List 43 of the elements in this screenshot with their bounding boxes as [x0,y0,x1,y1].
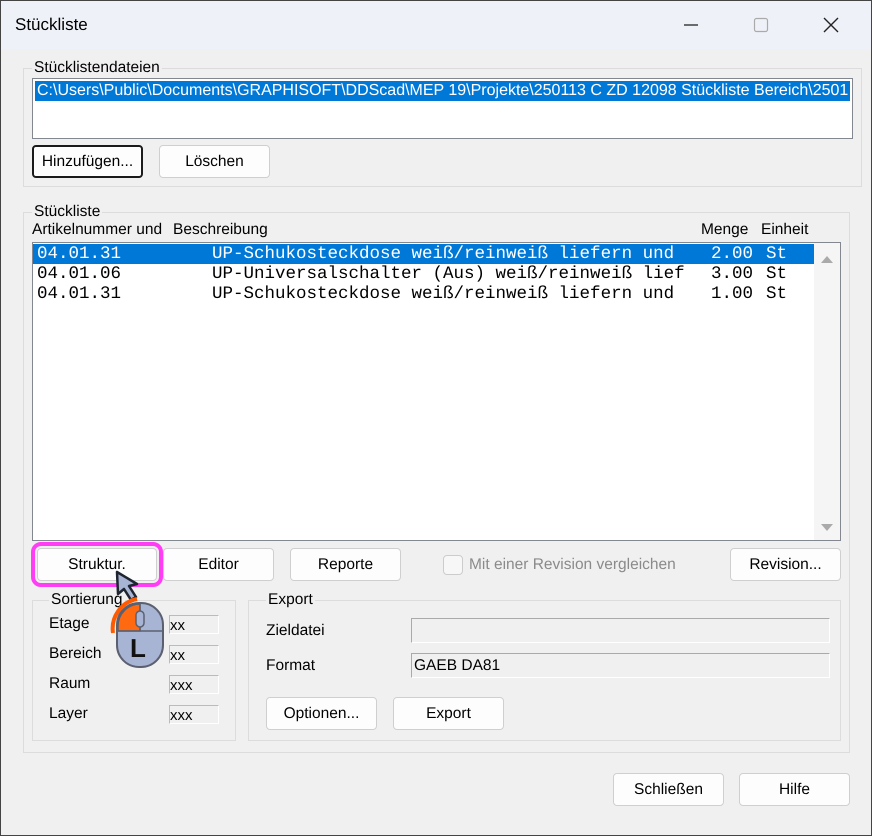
group-label: Stücklistendateien [33,59,161,77]
field-label: Zieldatei [266,622,326,640]
list-row[interactable]: 04.01.06 UP-Universalschalter (Aus) weiß/reinweiß lief 3.00 St [33,264,814,284]
group-label: Export [267,591,314,609]
scrollbar[interactable] [814,243,840,540]
input-field[interactable]: xxx [169,704,219,724]
dialog-button[interactable]: Hinzufügen... [32,145,143,178]
field-label: Layer [49,705,88,723]
input-field[interactable]: GAEB DA81 [411,653,830,678]
list-row[interactable]: 04.01.31 UP-Schukosteckdose weiß/reinweiß liefern und 1.00 St [33,284,814,304]
input-field[interactable]: xx [169,614,219,634]
input-field[interactable] [411,618,830,643]
group-label: Sortierung [50,591,124,609]
column-header: Einheit [761,221,808,239]
column-header: Menge [701,221,748,239]
field-label: Etage [49,615,90,633]
window-title: Stückliste [14,15,88,35]
dialog-button[interactable]: Export [393,697,504,730]
checkbox-label: Mit einer Revision vergleichen [469,556,676,574]
mouse-button-label: L [130,633,146,664]
maximize-icon[interactable] [753,17,769,33]
dialog-button[interactable]: Löschen [159,145,270,178]
list-row[interactable]: 04.01.31 UP-Schukosteckdose weiß/reinweiß liefern und 2.00 St [33,244,814,264]
column-header: Artikelnummer und [32,221,162,239]
scroll-up-icon[interactable] [821,255,833,263]
input-field[interactable]: xx [169,644,219,664]
input-field[interactable]: xxx [169,674,219,694]
group-label: Stückliste [33,203,102,221]
scroll-down-icon[interactable] [821,524,833,532]
dialog-button[interactable]: Hilfe [739,773,850,806]
dialog-button[interactable]: Optionen... [266,697,377,730]
field-label: Format [266,656,316,674]
field-label: Bereich [49,645,102,663]
dialog-button[interactable]: Schließen [613,773,724,806]
close-icon[interactable] [823,17,839,33]
file-list[interactable]: C:\Users\Public\Documents\GRAPHISOFT\DDScad\MEP 19\Projekte\250113 C ZD 12098 Stückliste Bereich\2501 [32,78,854,139]
field-label: Raum [49,675,90,693]
column-header: Beschreibung [173,221,268,239]
file-item[interactable]: C:\Users\Public\Documents\GRAPHISOFT\DDScad\MEP 19\Projekte\250113 C ZD 12098 Stückliste Bereich\2501 [35,81,850,101]
dialog-button[interactable]: Revision... [730,548,841,581]
dialog-button[interactable]: Reporte [290,548,401,581]
dialog-button[interactable]: Editor [163,548,274,581]
parts-list[interactable]: 04.01.31 UP-Schukosteckdose weiß/reinweiß liefern und 2.00 St 04.01.06 UP-Universalschalter (Aus) weiß/reinweiß lief 3.00 St 04.01.31 UP-Schukosteckdose weiß/reinweiß liefern und 1.00 St [32,242,841,541]
